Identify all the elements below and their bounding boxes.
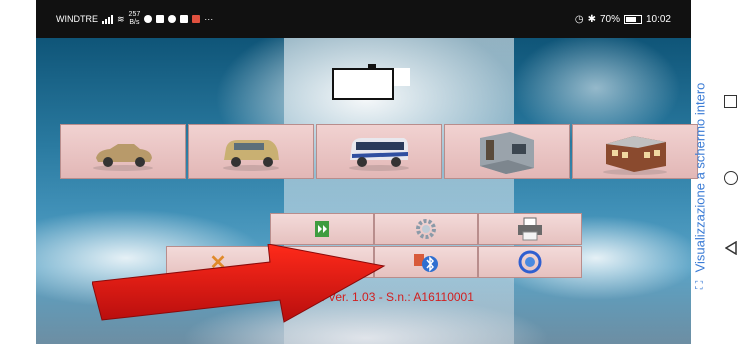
book-icon	[315, 221, 329, 237]
bus-icon	[349, 137, 409, 171]
notification-icon	[156, 15, 165, 23]
printer-icon	[518, 217, 542, 241]
clock: 10:02	[645, 13, 671, 25]
facebook-icon	[168, 15, 177, 23]
battery-icon	[623, 14, 642, 24]
menu-room-button[interactable]	[444, 124, 570, 179]
mail-icon	[192, 15, 201, 23]
settings-button[interactable]	[374, 213, 478, 245]
building-icon	[603, 135, 667, 175]
bluetooth-status-icon: ✱	[587, 13, 596, 25]
recents-button[interactable]	[720, 95, 741, 108]
alarm-icon: ◷	[574, 13, 584, 25]
back-button[interactable]	[720, 241, 741, 255]
fullscreen-label: Visualizzazione a schermo intero	[692, 82, 708, 272]
print-button[interactable]	[478, 213, 582, 245]
carrier-label: WINDTRE	[56, 14, 98, 24]
app-logo-placeholder	[332, 68, 394, 100]
room-interior-icon	[480, 131, 534, 174]
car-convertible-icon	[93, 143, 153, 171]
red-arrow-annotation	[92, 244, 386, 323]
gear-icon	[416, 219, 436, 239]
back-triangle-icon	[724, 241, 737, 255]
menu-car-button[interactable]	[60, 124, 186, 179]
gallery-icon	[180, 15, 189, 23]
menu-bus-button[interactable]	[316, 124, 442, 179]
fullscreen-hint[interactable]: Visualizzazione a schermo intero	[689, 52, 711, 302]
minivan-icon	[223, 139, 279, 171]
menu-van-button[interactable]	[188, 124, 314, 179]
sync-icon	[518, 250, 542, 274]
whatsapp-icon	[144, 15, 153, 23]
square-icon	[724, 95, 737, 108]
home-button[interactable]	[720, 171, 741, 185]
manual-button[interactable]	[270, 213, 374, 245]
signal-icon	[102, 14, 113, 24]
speed-value: 257	[128, 11, 141, 18]
status-bar: WINDTRE ≋ 257 B/s ··· ◷ ✱ 70% 10:02	[36, 0, 691, 38]
overflow-dots: ···	[204, 14, 214, 24]
bluetooth-icon	[414, 254, 438, 272]
main-menu	[60, 124, 698, 179]
battery-percent: 70%	[599, 13, 620, 25]
fullscreen-icon[interactable]: ⛶	[695, 280, 703, 293]
menu-building-button[interactable]	[572, 124, 698, 179]
sync-button[interactable]	[478, 246, 582, 278]
wifi-icon: ≋	[117, 13, 125, 24]
circle-icon	[723, 171, 738, 185]
speed-unit: B/s	[129, 19, 140, 26]
